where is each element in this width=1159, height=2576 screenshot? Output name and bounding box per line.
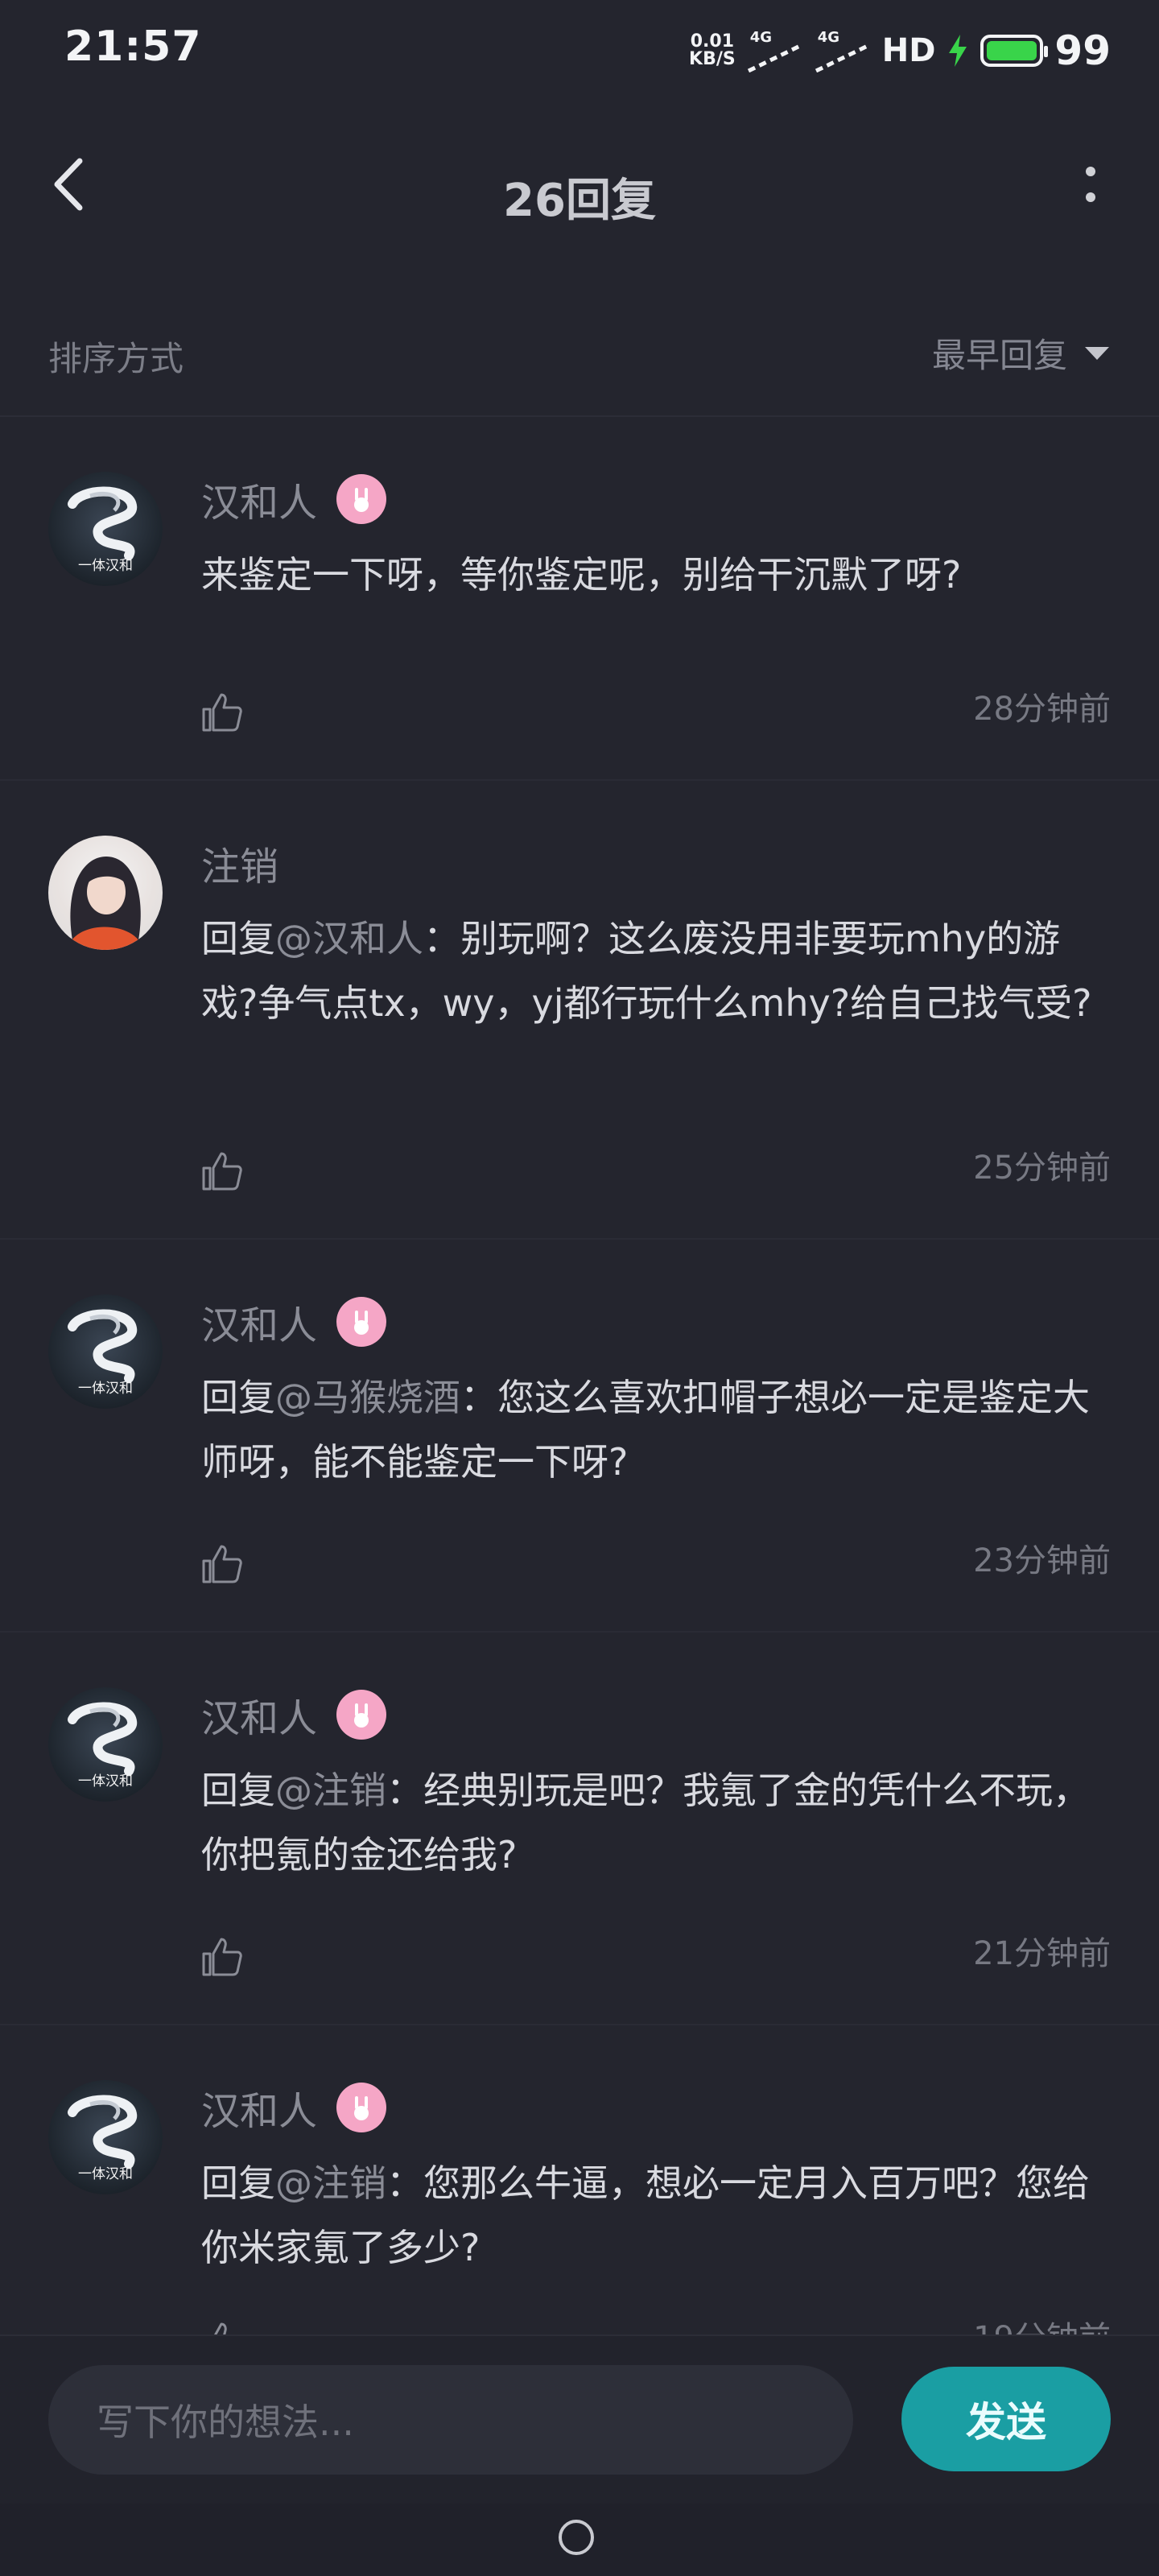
network-speed-value: 0.01 bbox=[690, 31, 734, 52]
comment-item: 一体汉和 汉和人 回复@注销：经典别玩是吧？我氪了金的凭什么不玩，你把氪的金还给… bbox=[0, 1633, 1159, 2025]
mention[interactable]: @汉和人 bbox=[275, 917, 423, 960]
sort-label: 排序方式 bbox=[48, 339, 184, 378]
send-button[interactable]: 发送 bbox=[901, 2367, 1111, 2471]
comment-item: 一体汉和 汉和人 来鉴定一下呀，等你鉴定呢，别给干沉默了呀? 28分钟前 bbox=[0, 417, 1159, 781]
reply-input-bar: 写下你的想法... 发送 bbox=[0, 2334, 1159, 2505]
user-row: 汉和人 bbox=[201, 2079, 1111, 2136]
comment-text: 回复@注销：经典别玩是吧？我氪了金的凭什么不玩，你把氪的金还给我? bbox=[201, 1758, 1111, 1887]
comment-text: 回复@注销：您那么牛逼，想必一定月入百万吧？您给你米家氪了多少? bbox=[201, 2151, 1111, 2280]
sort-bar: 排序方式 最早回复 bbox=[0, 287, 1159, 417]
han-logo-icon: 一体汉和 bbox=[68, 1309, 137, 1397]
mention[interactable]: @注销 bbox=[275, 1769, 386, 1812]
avatar[interactable] bbox=[48, 836, 163, 950]
comment-timestamp: 21分钟前 bbox=[973, 1935, 1111, 1972]
user-row: 注销 bbox=[201, 835, 1111, 891]
comment-content: 来鉴定一下呀，等你鉴定呢，别给干沉默了呀? bbox=[201, 553, 962, 597]
han-logo-icon: 一体汉和 bbox=[68, 486, 137, 574]
charging-bolt-icon bbox=[949, 35, 967, 67]
han-logo-icon: 一体汉和 bbox=[68, 1702, 137, 1790]
battery-icon bbox=[980, 35, 1049, 67]
username[interactable]: 注销 bbox=[201, 835, 278, 891]
comment-text: 回复@汉和人：别玩啊？这么废没用非要玩mhy的游戏?争气点tx，wy，yj都行玩… bbox=[201, 906, 1111, 1035]
status-time: 21:57 bbox=[64, 23, 202, 71]
page-title: 26回复 bbox=[503, 175, 656, 227]
like-button[interactable] bbox=[193, 1536, 250, 1592]
status-icons: 0.01 KB/S 4G 4G HD 99 bbox=[689, 24, 1111, 77]
user-badge-icon bbox=[336, 1690, 387, 1740]
user-row: 汉和人 bbox=[201, 1296, 1111, 1348]
avatar[interactable]: 一体汉和 bbox=[48, 1687, 163, 1802]
reply-prefix: 回复 bbox=[201, 1769, 275, 1812]
comment-item: 注销 回复@汉和人：别玩啊？这么废没用非要玩mhy的游戏?争气点tx，wy，yj… bbox=[0, 781, 1159, 1240]
comment-body: 汉和人 回复@注销：经典别玩是吧？我氪了金的凭什么不玩，你把氪的金还给我? bbox=[201, 1689, 1111, 1887]
han-logo-icon: 一体汉和 bbox=[68, 2095, 137, 2182]
comment-timestamp: 23分钟前 bbox=[973, 1542, 1111, 1579]
thumbs-up-icon bbox=[202, 1152, 242, 1191]
reply-prefix: 回复 bbox=[201, 1376, 275, 1419]
reply-prefix: 回复 bbox=[201, 2161, 275, 2205]
user-badge-icon bbox=[336, 1297, 387, 1347]
like-button[interactable] bbox=[193, 1929, 250, 1985]
comment-timestamp: 28分钟前 bbox=[973, 691, 1111, 728]
comment-item: 一体汉和 汉和人 回复@马猴烧酒：您这么喜欢扣帽子想必一定是鉴定大师呀，能不能鉴… bbox=[0, 1240, 1159, 1633]
avatar[interactable]: 一体汉和 bbox=[48, 472, 163, 586]
battery-fill bbox=[987, 41, 1037, 60]
status-bar: 21:57 0.01 KB/S 4G 4G HD 99 bbox=[0, 0, 1159, 100]
like-button[interactable] bbox=[193, 684, 250, 741]
comment-body: 汉和人 来鉴定一下呀，等你鉴定呢，别给干沉默了呀? bbox=[201, 473, 1111, 607]
thumbs-up-icon bbox=[202, 693, 242, 732]
more-options-button[interactable] bbox=[1054, 148, 1127, 221]
reply-prefix: 回复 bbox=[201, 917, 275, 960]
username[interactable]: 汉和人 bbox=[201, 1294, 317, 1350]
username[interactable]: 汉和人 bbox=[201, 471, 317, 527]
user-badge-icon bbox=[336, 2083, 387, 2132]
thumbs-up-icon bbox=[202, 1938, 242, 1976]
comment-list: 一体汉和 汉和人 来鉴定一下呀，等你鉴定呢，别给干沉默了呀? 28分钟前 注销 … bbox=[0, 417, 1159, 2410]
avatar-logo-text: 一体汉和 bbox=[78, 558, 133, 574]
comment-text: 回复@马猴烧酒：您这么喜欢扣帽子想必一定是鉴定大师呀，能不能鉴定一下呀? bbox=[201, 1365, 1111, 1494]
network-speed-unit: KB/S bbox=[689, 49, 736, 69]
home-circle-icon[interactable] bbox=[559, 2520, 594, 2555]
user-row: 汉和人 bbox=[201, 471, 1111, 527]
comment-timestamp: 25分钟前 bbox=[973, 1150, 1111, 1187]
avatar-logo-text: 一体汉和 bbox=[78, 2166, 133, 2182]
system-nav-bar bbox=[0, 2504, 1159, 2576]
battery-level: 99 bbox=[1054, 27, 1111, 74]
reply-input[interactable]: 写下你的想法... bbox=[48, 2365, 853, 2475]
comment-text: 来鉴定一下呀，等你鉴定呢，别给干沉默了呀? bbox=[201, 543, 1111, 607]
avatar[interactable]: 一体汉和 bbox=[48, 1294, 163, 1409]
anime-girl-avatar-icon bbox=[68, 857, 143, 950]
hd-voice-label: HD bbox=[881, 32, 936, 69]
comment-body: 注销 回复@汉和人：别玩啊？这么废没用非要玩mhy的游戏?争气点tx，wy，yj… bbox=[201, 837, 1111, 1035]
sort-dropdown[interactable]: 最早回复 bbox=[932, 328, 1111, 378]
comment-body: 汉和人 回复@马猴烧酒：您这么喜欢扣帽子想必一定是鉴定大师呀，能不能鉴定一下呀? bbox=[201, 1296, 1111, 1494]
comment-body: 汉和人 回复@注销：您那么牛逼，想必一定月入百万吧？您给你米家氪了多少? bbox=[201, 2082, 1111, 2280]
app-header: 26回复 bbox=[0, 100, 1159, 287]
caret-down-icon bbox=[1085, 346, 1109, 360]
mention[interactable]: @马猴烧酒 bbox=[275, 1376, 460, 1419]
username[interactable]: 汉和人 bbox=[201, 1686, 317, 1743]
username[interactable]: 汉和人 bbox=[201, 2079, 317, 2136]
avatar[interactable]: 一体汉和 bbox=[48, 2080, 163, 2194]
avatar-logo-text: 一体汉和 bbox=[78, 1773, 133, 1790]
network-speed: 0.01 KB/S bbox=[689, 33, 736, 68]
sort-selected-value: 最早回复 bbox=[931, 336, 1067, 375]
more-vertical-icon bbox=[1086, 167, 1095, 202]
thumbs-up-icon bbox=[202, 1545, 242, 1583]
signal-icon: 4G bbox=[815, 29, 871, 72]
user-badge-icon bbox=[336, 474, 387, 524]
signal-icon: 4G bbox=[747, 29, 803, 72]
like-button[interactable] bbox=[193, 1143, 250, 1199]
user-row: 汉和人 bbox=[201, 1686, 1111, 1743]
mention[interactable]: @注销 bbox=[275, 2161, 386, 2205]
avatar-logo-text: 一体汉和 bbox=[78, 1381, 133, 1397]
